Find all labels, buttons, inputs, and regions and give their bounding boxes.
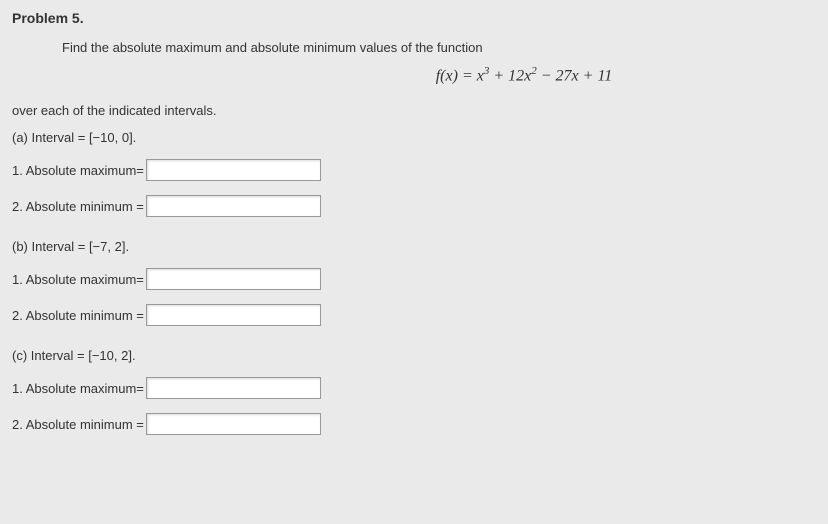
part-a-max-row: 1. Absolute maximum= bbox=[12, 159, 816, 181]
part-b-min-label: 2. Absolute minimum = bbox=[12, 308, 144, 323]
interval-a-label: (a) Interval = [−10, 0]. bbox=[12, 130, 816, 145]
part-a-min-label: 2. Absolute minimum = bbox=[12, 199, 144, 214]
part-b-max-input[interactable] bbox=[146, 268, 321, 290]
part-c-min-label: 2. Absolute minimum = bbox=[12, 417, 144, 432]
problem-container: Problem 5. Find the absolute maximum and… bbox=[0, 0, 828, 459]
part-b-max-label: 1. Absolute maximum= bbox=[12, 272, 144, 287]
interval-b-label: (b) Interval = [−7, 2]. bbox=[12, 239, 816, 254]
part-b-max-row: 1. Absolute maximum= bbox=[12, 268, 816, 290]
part-c-max-label: 1. Absolute maximum= bbox=[12, 381, 144, 396]
function-equation: f(x) = x3 + 12x2 − 27x + 11 bbox=[12, 65, 816, 85]
part-a-min-row: 2. Absolute minimum = bbox=[12, 195, 816, 217]
part-c-min-row: 2. Absolute minimum = bbox=[12, 413, 816, 435]
part-c-max-input[interactable] bbox=[146, 377, 321, 399]
problem-subtext: over each of the indicated intervals. bbox=[12, 103, 816, 118]
part-c-min-input[interactable] bbox=[146, 413, 321, 435]
problem-title: Problem 5. bbox=[12, 10, 816, 26]
part-b-min-row: 2. Absolute minimum = bbox=[12, 304, 816, 326]
part-a-max-input[interactable] bbox=[146, 159, 321, 181]
part-a-max-label: 1. Absolute maximum= bbox=[12, 163, 144, 178]
part-c-max-row: 1. Absolute maximum= bbox=[12, 377, 816, 399]
part-b-min-input[interactable] bbox=[146, 304, 321, 326]
problem-instruction: Find the absolute maximum and absolute m… bbox=[62, 40, 816, 55]
interval-c-label: (c) Interval = [−10, 2]. bbox=[12, 348, 816, 363]
part-a-min-input[interactable] bbox=[146, 195, 321, 217]
